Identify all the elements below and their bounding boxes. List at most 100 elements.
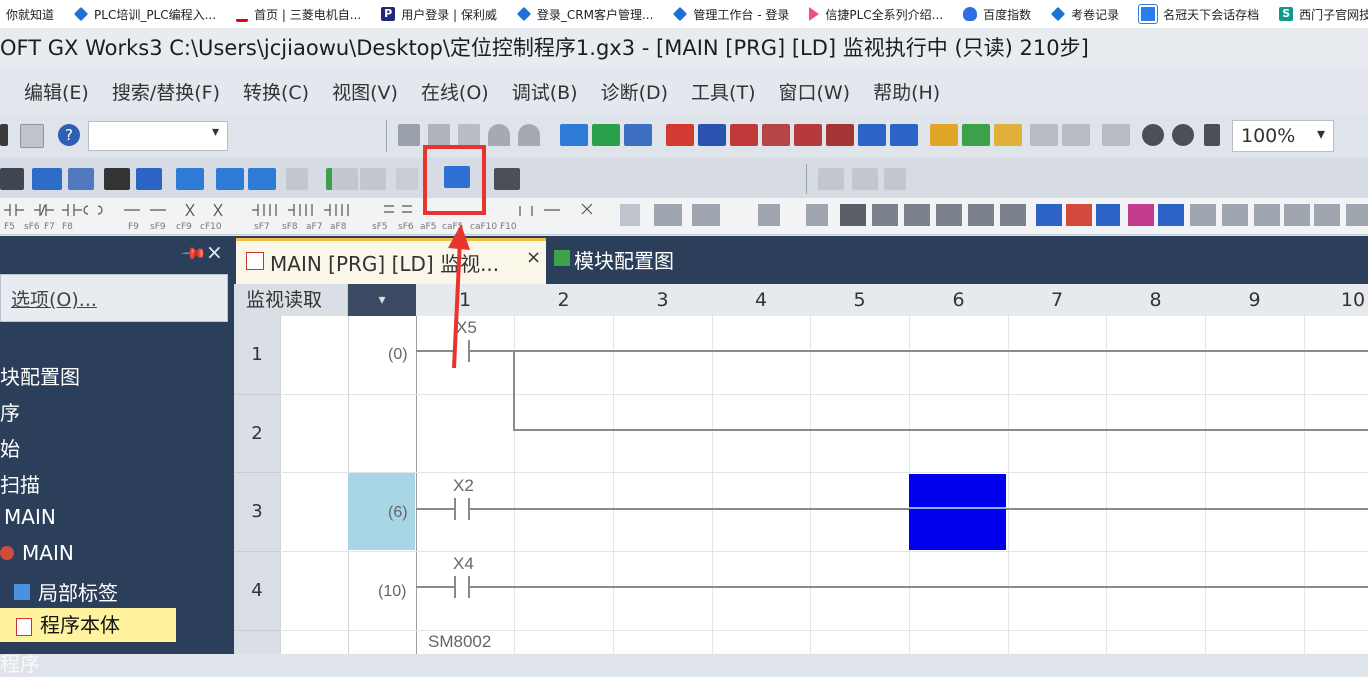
ladder-write-icon[interactable]	[1102, 124, 1130, 146]
ladder-edit-icon[interactable]	[1030, 124, 1058, 146]
help-icon[interactable]: ?	[58, 124, 80, 146]
grid-line	[1008, 316, 1009, 654]
bookmark-item[interactable]: 首页 | 三菱电机自...	[236, 6, 361, 23]
tree-item-scan[interactable]: 扫描	[0, 469, 40, 498]
element-window-icon[interactable]	[68, 168, 94, 190]
contact-x4[interactable]	[454, 576, 456, 598]
project-window-icon[interactable]	[0, 168, 24, 190]
copy-icon[interactable]	[428, 124, 450, 146]
selection-cursor[interactable]	[909, 474, 1006, 550]
window-tile-icon[interactable]	[852, 168, 878, 190]
verify-plc-icon[interactable]	[624, 124, 652, 146]
device-monitor-icon[interactable]	[826, 124, 854, 146]
monitor-all-icon[interactable]	[762, 124, 790, 146]
bookmark-label: 考卷记录	[1071, 7, 1120, 22]
ladder-symbol-icons[interactable]: F5 sF6 F7 F8 F9 sF9 cF9 cF10 sF7 sF8 aF7 aF8 sF5 sF6 a…	[0, 198, 1368, 234]
tree-item-program-body[interactable]: 程序本体	[0, 608, 176, 642]
cut-icon[interactable]	[398, 124, 420, 146]
undo-icon[interactable]	[488, 124, 510, 146]
column-num: 5	[853, 289, 866, 311]
register-watch-icon[interactable]	[962, 124, 990, 146]
bookmark-item[interactable]: P 用户登录 | 保利威	[381, 6, 497, 23]
menu-online[interactable]: 在线(O)	[421, 78, 489, 105]
menu-view[interactable]: 视图(V)	[332, 78, 398, 105]
menu-debug[interactable]: 调试(B)	[512, 78, 578, 105]
chevron-down-icon[interactable]: ▾	[348, 284, 417, 316]
navigation-window-icon[interactable]	[32, 168, 62, 190]
remote-op-icon[interactable]	[666, 124, 694, 146]
bookmark-item[interactable]: 百度指数	[963, 6, 1031, 23]
monitor-toolbar	[0, 158, 1368, 198]
monitor-icon[interactable]	[698, 124, 726, 146]
tree-item-program[interactable]: 序	[0, 397, 20, 426]
close-icon[interactable]: ×	[206, 240, 223, 264]
menu-edit[interactable]: 编辑(E)	[24, 78, 89, 105]
comment-icon[interactable]	[286, 168, 308, 190]
bookmark-item[interactable]: PLC培训_PLC编程入...	[73, 6, 216, 23]
project-dropdown[interactable]: ▾	[88, 121, 228, 151]
monitor-stop-icon[interactable]	[730, 124, 758, 146]
watch-window-icon[interactable]	[994, 124, 1022, 146]
device-test-icon[interactable]	[890, 124, 918, 146]
pin-icon[interactable]: 📌	[180, 240, 208, 268]
contact-x2[interactable]	[454, 498, 456, 520]
note-icon[interactable]	[360, 168, 386, 190]
device-use-icon[interactable]	[216, 168, 244, 190]
device-batch-icon[interactable]	[858, 124, 886, 146]
fit-width-icon[interactable]	[1204, 124, 1220, 146]
ladder-editor[interactable]: 监视读取 ▾ 1 2 3 4 5 6 7 8 9 10 1 2 3 4 (0) …	[234, 284, 1368, 654]
tab-label: 模块配置图	[574, 249, 674, 273]
zoom-select[interactable]: 100% ▾	[1232, 120, 1334, 152]
polyv-icon: P	[381, 7, 396, 21]
menu-window[interactable]: 窗口(W)	[778, 78, 850, 105]
statement-icon[interactable]	[326, 168, 358, 190]
tree-item-module-config[interactable]: 块配置图	[0, 361, 80, 390]
window-layout-icon[interactable]	[818, 168, 844, 190]
ladder-read-icon[interactable]	[1062, 124, 1090, 146]
write-to-plc-icon[interactable]	[560, 124, 588, 146]
watch-icon[interactable]	[930, 124, 958, 146]
tree-item-partial[interactable]: 程序	[0, 648, 40, 677]
tree-item-main-task[interactable]: MAIN	[4, 505, 56, 529]
tree-label: MAIN	[4, 505, 56, 529]
options-button[interactable]: 选项(O)...	[0, 274, 228, 322]
row-num-text: 2	[251, 423, 263, 444]
tree-label: 程序	[0, 652, 40, 676]
zoom-in-icon[interactable]	[1142, 124, 1164, 146]
bookmark-item[interactable]: 信捷PLC全系列介绍...	[809, 6, 943, 23]
menu-search-replace[interactable]: 搜索/替换(F)	[112, 78, 220, 105]
diamond-icon	[73, 6, 89, 22]
bookmark-item[interactable]: S 西门子官网技术支	[1279, 6, 1368, 23]
paste-icon[interactable]	[458, 124, 480, 146]
row-num-text: 4	[251, 580, 263, 601]
tab-main-ladder[interactable]: MAIN [PRG] [LD] 监视... ×	[236, 238, 546, 284]
tree-item-initial[interactable]: 始	[0, 433, 20, 462]
menu-diagnostics[interactable]: 诊断(D)	[601, 78, 668, 105]
tree-item-main-program[interactable]: MAIN	[0, 541, 74, 565]
redo-icon[interactable]	[518, 124, 540, 146]
bookmark-item[interactable]: 名冠天下会话存档	[1138, 4, 1259, 24]
window-title-text: OFT GX Works3 C:\Users\jcjiaowu\Desktop\…	[0, 36, 1089, 60]
device-list-icon[interactable]	[176, 168, 204, 190]
window-cascade-icon[interactable]	[884, 168, 906, 190]
bookmark-item[interactable]: 管理工作台 - 登录	[673, 6, 789, 23]
buffer-memory-icon[interactable]	[248, 168, 276, 190]
zoom-out-icon[interactable]	[1172, 124, 1194, 146]
menu-convert[interactable]: 转换(C)	[243, 78, 309, 105]
read-from-plc-icon[interactable]	[592, 124, 620, 146]
row-number	[234, 631, 280, 654]
switch-monitor-icon[interactable]	[494, 168, 520, 190]
monitor-stop-all-icon[interactable]	[794, 124, 822, 146]
close-icon[interactable]: ×	[526, 247, 541, 268]
tab-module-config[interactable]: 模块配置图	[552, 238, 702, 284]
find-icon[interactable]	[104, 168, 130, 190]
bookmark-item[interactable]: 登录_CRM客户管理...	[516, 6, 653, 23]
tree-item-local-label[interactable]: 局部标签	[14, 577, 118, 606]
print-icon[interactable]	[20, 124, 44, 148]
bookmark-item[interactable]: 你就知道	[6, 6, 54, 23]
menu-help[interactable]: 帮助(H)	[873, 78, 940, 105]
menu-tools[interactable]: 工具(T)	[691, 78, 755, 105]
cross-ref-icon[interactable]	[136, 168, 162, 190]
save-icon[interactable]	[0, 124, 8, 146]
bookmark-item[interactable]: 考卷记录	[1050, 6, 1120, 23]
